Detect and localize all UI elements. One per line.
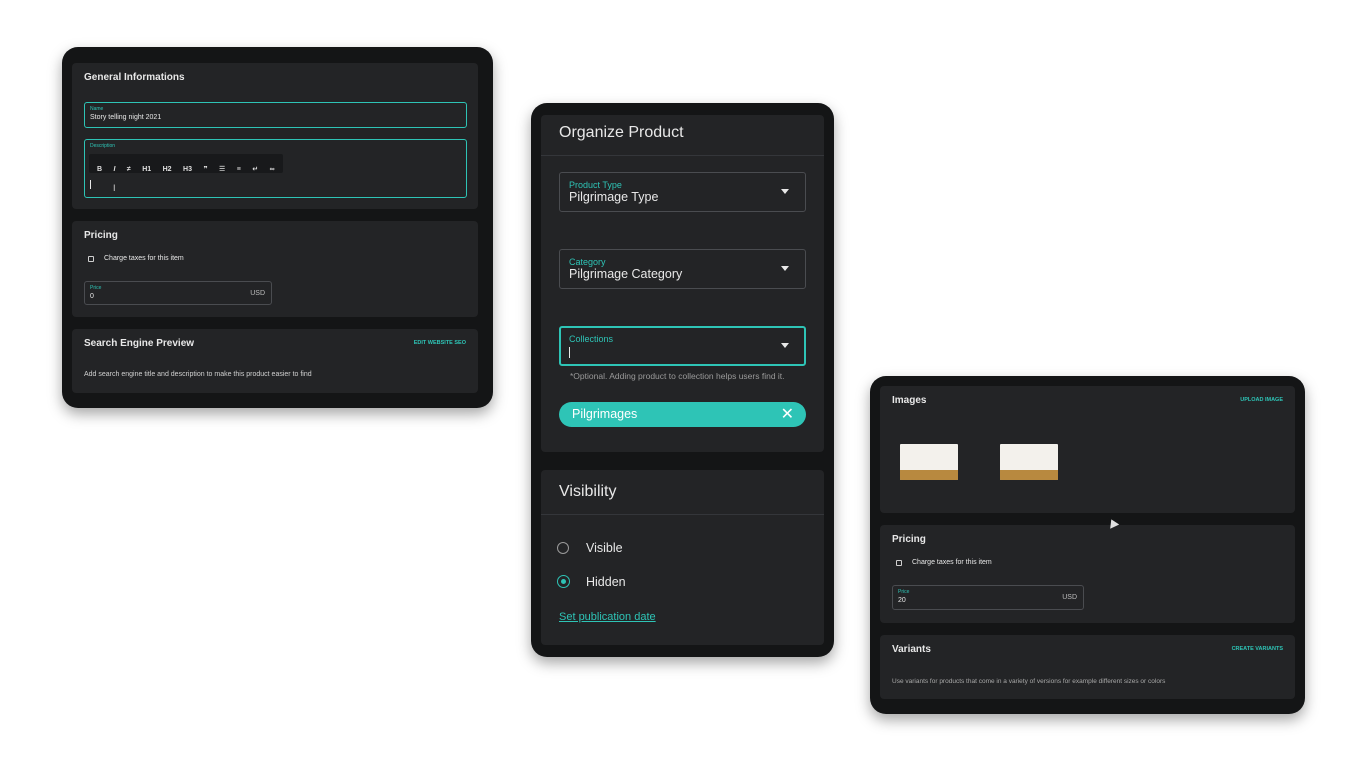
product-image-thumbnail[interactable] — [1000, 444, 1058, 480]
chevron-down-icon — [781, 343, 789, 348]
images-card: Images UPLOAD IMAGE — [880, 386, 1295, 513]
description-editor[interactable]: Description B I ≠ H1 H2 H3 ❞ ☰ ≡ ↵ ∞ I — [84, 139, 467, 198]
pilgrimages-chip[interactable]: Pilgrimages ✕ — [559, 402, 806, 427]
visibility-title: Visibility — [559, 483, 617, 500]
seo-title: Search Engine Preview — [84, 338, 195, 349]
price-value-right: 20 — [898, 597, 906, 604]
organize-divider — [541, 155, 824, 156]
currency-right: USD — [1062, 594, 1077, 601]
product-image-thumbnail[interactable] — [900, 444, 958, 480]
text-cursor-icon: I — [113, 183, 116, 193]
description-label: Description — [90, 143, 116, 149]
charge-taxes-checkbox-left[interactable] — [88, 256, 94, 262]
upload-image-link[interactable]: UPLOAD IMAGE — [1240, 397, 1283, 403]
chevron-down-icon — [781, 266, 789, 271]
organize-product-card: Organize Product Product Type Pilgrimage… — [541, 115, 824, 452]
category-select[interactable]: Category Pilgrimage Category — [559, 249, 806, 289]
name-field[interactable]: Name Story telling night 2021 — [84, 102, 467, 128]
collections-caret — [569, 347, 570, 358]
seo-description: Add search engine title and description … — [84, 371, 312, 378]
radio-visible-label: Visible — [586, 541, 623, 555]
thumbnail-art — [906, 452, 952, 472]
visibility-card: Visibility Visible Hidden Set publicatio… — [541, 470, 824, 645]
pricing-title-left: Pricing — [84, 230, 118, 241]
chip-label: Pilgrimages — [572, 407, 638, 421]
right-panel: Images UPLOAD IMAGE Pricing Charge taxes… — [870, 376, 1305, 714]
quote-button[interactable]: ❞ — [203, 165, 207, 173]
price-field-right[interactable]: Price 20 USD — [892, 585, 1084, 610]
h2-button[interactable]: H2 — [163, 166, 172, 173]
text-caret — [90, 180, 91, 189]
edit-website-seo-link[interactable]: EDIT WEBSITE SEO — [414, 340, 466, 346]
product-type-select[interactable]: Product Type Pilgrimage Type — [559, 172, 806, 212]
price-label-right: Price — [898, 589, 910, 595]
line-break-button[interactable]: ↵ — [252, 165, 258, 173]
price-label-left: Price — [90, 285, 102, 291]
pricing-title-right: Pricing — [892, 534, 926, 545]
close-icon[interactable]: ✕ — [781, 404, 794, 424]
radio-visible[interactable] — [557, 542, 569, 554]
rich-text-toolbar: B I ≠ H1 H2 H3 ❞ ☰ ≡ ↵ ∞ — [89, 154, 283, 173]
left-panel: General Informations Name Story telling … — [62, 47, 493, 408]
chevron-down-icon — [781, 189, 789, 194]
currency-left: USD — [250, 290, 265, 297]
organize-title: Organize Product — [559, 124, 684, 141]
radio-hidden-dot — [560, 578, 566, 584]
general-informations-card: General Informations Name Story telling … — [72, 63, 478, 209]
thumbnail-base — [1000, 470, 1058, 480]
pricing-card-right: Pricing Charge taxes for this item Price… — [880, 525, 1295, 623]
charge-taxes-label-left: Charge taxes for this item — [104, 255, 184, 262]
price-value-left: 0 — [90, 293, 94, 300]
bullet-list-button[interactable]: ☰ — [219, 165, 225, 173]
bold-button[interactable]: B — [97, 166, 102, 173]
h3-button[interactable]: H3 — [183, 166, 192, 173]
seo-card: Search Engine Preview EDIT WEBSITE SEO A… — [72, 329, 478, 393]
charge-taxes-label-right: Charge taxes for this item — [912, 559, 992, 566]
charge-taxes-checkbox-right[interactable] — [896, 560, 902, 566]
product-type-label: Product Type — [569, 180, 622, 190]
radio-hidden-label: Hidden — [586, 575, 626, 589]
images-title: Images — [892, 395, 927, 406]
create-variants-link[interactable]: CREATE VARIANTS — [1232, 646, 1283, 652]
name-label: Name — [90, 106, 104, 112]
variants-title: Variants — [892, 644, 931, 655]
italic-button[interactable]: I — [114, 166, 116, 173]
h1-button[interactable]: H1 — [142, 166, 151, 173]
collections-help: *Optional. Adding product to collection … — [570, 371, 785, 381]
general-title: General Informations — [84, 72, 185, 83]
name-value: Story telling night 2021 — [90, 114, 162, 121]
thumbnail-art — [1006, 452, 1052, 472]
strikethrough-button[interactable]: ≠ — [127, 166, 131, 173]
link-button[interactable]: ∞ — [270, 166, 275, 173]
ordered-list-button[interactable]: ≡ — [237, 166, 241, 173]
collections-input[interactable]: Collections — [559, 326, 806, 366]
radio-hidden[interactable] — [557, 575, 570, 588]
variants-card: Variants CREATE VARIANTS Use variants fo… — [880, 635, 1295, 699]
price-field-left[interactable]: Price 0 USD — [84, 281, 272, 305]
middle-panel: Organize Product Product Type Pilgrimage… — [531, 103, 834, 657]
visibility-divider — [541, 514, 824, 515]
product-type-value: Pilgrimage Type — [569, 190, 659, 204]
thumbnail-base — [900, 470, 958, 480]
category-label: Category — [569, 257, 606, 267]
collections-label: Collections — [569, 334, 614, 344]
category-value: Pilgrimage Category — [569, 267, 683, 281]
variants-description: Use variants for products that come in a… — [892, 678, 1166, 685]
set-publication-date-link[interactable]: Set publication date — [559, 611, 656, 623]
pricing-card-left: Pricing Charge taxes for this item Price… — [72, 221, 478, 317]
